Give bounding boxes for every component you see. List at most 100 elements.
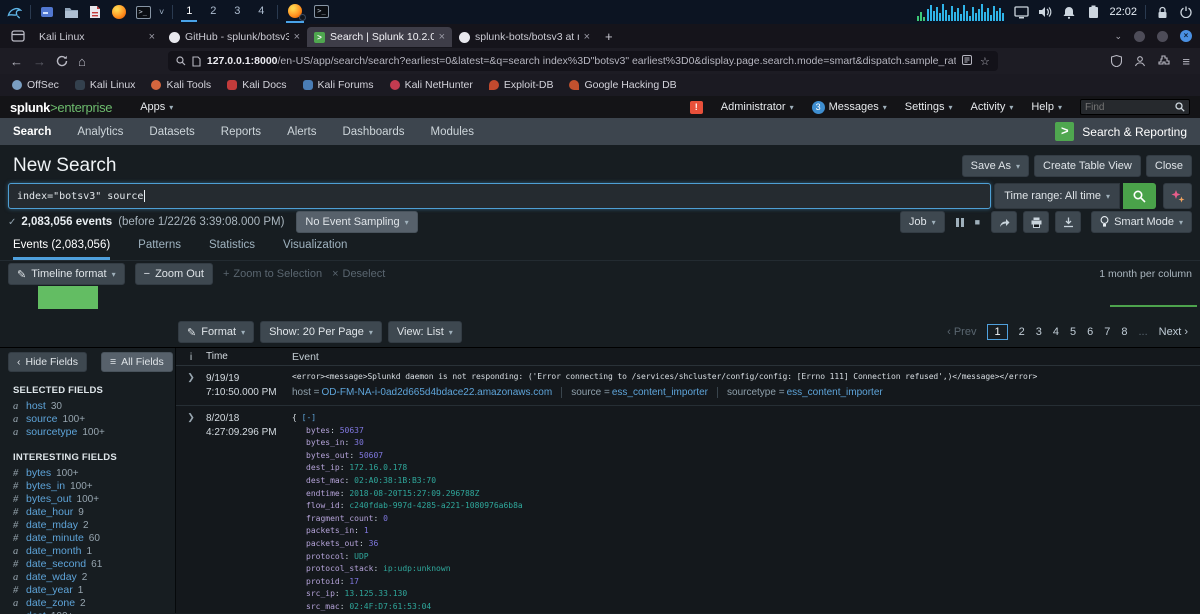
messages-menu[interactable]: 3 Messages ▾	[811, 100, 887, 114]
json-key[interactable]: bytes_out	[306, 451, 359, 460]
tab-statistics[interactable]: Statistics	[209, 239, 255, 260]
json-collapse-toggle[interactable]: [-]	[302, 413, 316, 422]
reader-mode-icon[interactable]	[961, 54, 972, 68]
tab-splunk-search[interactable]: > Search | Splunk 10.2.0 ×	[307, 27, 452, 47]
expand-chevron-icon[interactable]: ❯	[176, 372, 206, 400]
firefox-window-button[interactable]	[286, 1, 307, 23]
field-date-hour[interactable]: # date_hour 9	[13, 506, 175, 519]
workspace-4[interactable]: 4	[253, 2, 269, 22]
next-page-button[interactable]: Next ›	[1159, 326, 1188, 338]
tab-close-icon[interactable]: ×	[584, 31, 590, 43]
field-sourcetype[interactable]: a sourcetype 100+	[13, 426, 175, 439]
page-5-button[interactable]: 5	[1070, 326, 1076, 338]
field-date-zone[interactable]: a date_zone 2	[13, 597, 175, 610]
expand-chevron-icon[interactable]: ❯	[176, 412, 206, 613]
workspace-3[interactable]: 3	[229, 2, 245, 22]
bookmark-kali-forums[interactable]: Kali Forums	[302, 79, 374, 91]
ai-assistant-button[interactable]	[1163, 183, 1192, 209]
json-key[interactable]: endtime	[306, 489, 349, 498]
json-value[interactable]: 2018-08-20T15:27:09.296788Z	[349, 489, 479, 498]
tab-kali-linux[interactable]: Kali Linux ×	[32, 27, 162, 47]
field-date-month[interactable]: a date_month 1	[13, 545, 175, 558]
time-range-picker[interactable]: Time range: All time ▾	[994, 183, 1120, 209]
json-key[interactable]: dest_mac	[306, 476, 354, 485]
field-date-year[interactable]: # date_year 1	[13, 584, 175, 597]
json-key[interactable]: src_ip	[306, 589, 345, 598]
timeline-format-button[interactable]: ✎ Timeline format ▾	[8, 263, 125, 285]
bookmark-kali-docs[interactable]: Kali Docs	[227, 79, 287, 91]
json-value[interactable]: 02:A0:38:1B:B3:70	[354, 476, 436, 485]
help-menu[interactable]: Help ▾	[1031, 101, 1062, 113]
bookmark-kali-tools[interactable]: Kali Tools	[151, 79, 211, 91]
page-1-button[interactable]: 1	[987, 324, 1008, 340]
volume-icon[interactable]	[1037, 4, 1053, 20]
zoom-out-button[interactable]: − Zoom Out	[134, 263, 213, 285]
deselect-button[interactable]: × Deselect	[332, 268, 385, 280]
json-value[interactable]: 1	[364, 526, 369, 535]
splunk-logo[interactable]: splunk>enterprise	[10, 100, 113, 115]
find-input[interactable]	[1080, 99, 1190, 115]
workspace-2[interactable]: 2	[205, 2, 221, 22]
field-bytes-in[interactable]: # bytes_in 100+	[13, 480, 175, 493]
cpu-graph-icon[interactable]	[917, 3, 1005, 21]
json-key[interactable]: dest_ip	[306, 463, 349, 472]
field-dest[interactable]: adest100+	[13, 610, 175, 614]
tab-close-icon[interactable]: ×	[439, 31, 445, 43]
nav-modules[interactable]: Modules	[430, 126, 473, 138]
timeline-bar-aug-2018[interactable]	[38, 286, 98, 309]
home-button[interactable]: ⌂	[78, 54, 86, 69]
close-window-button[interactable]: ×	[1180, 30, 1192, 42]
json-value[interactable]: 50637	[340, 426, 364, 435]
field-date-wday[interactable]: a date_wday 2	[13, 571, 175, 584]
page-4-button[interactable]: 4	[1053, 326, 1059, 338]
tab-patterns[interactable]: Patterns	[138, 239, 181, 260]
share-button[interactable]	[991, 211, 1018, 233]
list-tabs-chevron-icon[interactable]: ⌄	[1114, 31, 1122, 42]
page-3-button[interactable]: 3	[1036, 326, 1042, 338]
event-sampling-button[interactable]: No Event Sampling ▾	[296, 211, 418, 233]
per-page-button[interactable]: Show: 20 Per Page ▾	[260, 321, 382, 343]
lock-icon[interactable]	[1154, 4, 1170, 20]
json-value[interactable]: 172.16.0.178	[349, 463, 407, 472]
workspace-1[interactable]: 1	[181, 2, 198, 22]
event-source-field[interactable]: source = ess_content_importer	[561, 387, 708, 398]
json-key[interactable]: src_mac	[306, 602, 349, 611]
search-mode-button[interactable]: Smart Mode ▾	[1091, 211, 1192, 233]
settings-menu[interactable]: Settings ▾	[905, 101, 953, 113]
nav-alerts[interactable]: Alerts	[287, 126, 316, 138]
search-submit-button[interactable]	[1123, 183, 1156, 209]
administrator-menu[interactable]: Administrator ▾	[721, 101, 794, 113]
json-key[interactable]: protoid	[306, 577, 349, 586]
json-value[interactable]: 36	[369, 539, 379, 548]
json-value[interactable]: 17	[349, 577, 359, 586]
page-6-button[interactable]: 6	[1087, 326, 1093, 338]
field-date-mday[interactable]: # date_mday 2	[13, 519, 175, 532]
launcher-dropdown-caret-icon[interactable]: ˅	[159, 7, 164, 17]
print-button[interactable]	[1023, 211, 1050, 233]
terminal-window-button[interactable]: >_	[312, 1, 331, 23]
url-input[interactable]: 127.0.0.1:8000/en-US/app/search/search?e…	[167, 51, 998, 71]
notifications-bell-icon[interactable]	[1061, 4, 1077, 20]
reload-button[interactable]	[56, 55, 68, 67]
all-fields-button[interactable]: ≡ All Fields	[101, 352, 173, 372]
field-host[interactable]: a host 30	[13, 400, 175, 413]
page-7-button[interactable]: 7	[1104, 326, 1110, 338]
json-key[interactable]: bytes	[306, 426, 340, 435]
job-menu-button[interactable]: Job ▾	[899, 211, 945, 233]
minimize-button[interactable]	[1134, 30, 1145, 42]
hide-fields-button[interactable]: ‹ Hide Fields	[8, 352, 88, 372]
json-key[interactable]: packets_in	[306, 526, 364, 535]
bookmark-offsec[interactable]: OffSec	[12, 79, 59, 91]
app-launcher-icon[interactable]	[39, 4, 55, 20]
nav-analytics[interactable]: Analytics	[77, 126, 123, 138]
close-button[interactable]: Close	[1145, 155, 1192, 177]
tracking-shield-icon[interactable]	[1111, 55, 1123, 67]
format-button[interactable]: ✎ Format ▾	[178, 321, 255, 343]
file-manager-icon[interactable]	[63, 4, 79, 20]
field-date-second[interactable]: # date_second 61	[13, 558, 175, 571]
field-source[interactable]: a source 100+	[13, 413, 175, 426]
nav-datasets[interactable]: Datasets	[149, 126, 194, 138]
find-text-field[interactable]	[1085, 101, 1175, 113]
field-date-minute[interactable]: # date_minute 60	[13, 532, 175, 545]
nav-reports[interactable]: Reports	[221, 126, 261, 138]
